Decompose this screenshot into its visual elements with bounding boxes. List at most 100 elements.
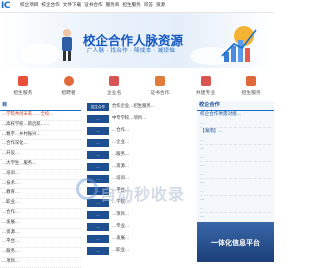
post-meta: … (200, 171, 204, 176)
list-item[interactable]: …教育… (0, 189, 81, 200)
feature-item[interactable]: 证书合作 (137, 70, 183, 100)
sidebar-post[interactable]: …… (200, 179, 271, 196)
promo-title: 一体化信息平台 (211, 239, 260, 247)
bag-icon (17, 76, 28, 86)
list-item[interactable]: …高校学校…新启航…… (0, 121, 81, 131)
category-tag: … (87, 151, 109, 159)
watermark-logo-icon (76, 178, 98, 200)
certificate-icon (154, 76, 165, 86)
post-meta: … (200, 154, 204, 159)
list-item-text: 中专学校…项目… (112, 116, 147, 121)
post-meta: … (200, 188, 204, 193)
list-item[interactable]: …合作… (0, 209, 81, 219)
list-item[interactable]: … …合作… (84, 125, 195, 137)
section-heading: 校企合作 (197, 101, 274, 111)
feature-label: 企业名 (106, 91, 122, 96)
list-item-text: …职业… (112, 248, 130, 253)
feature-item[interactable]: 企业名 (91, 70, 137, 100)
hero-banner[interactable]: 校企合作人脉资源 广人脉 · 找合作 · 降成本 · 减烦恼 (0, 13, 274, 68)
post-title: … (200, 180, 205, 185)
category-tag: … (87, 247, 109, 255)
list-item-text: …发展… (112, 236, 130, 241)
feature-icon-row: 招生服务 招聘者 企业名 证书合作 共建专业 招生服务 (0, 70, 274, 100)
list-item[interactable]: …发展… (0, 219, 81, 229)
sidebar-post[interactable]: …… (200, 162, 271, 179)
feature-label: 证书合作 (150, 91, 170, 96)
list-item-text: …资源… (112, 164, 130, 169)
section-heading: 目 (0, 101, 81, 111)
list-item[interactable]: …数字…乡村振兴… (0, 131, 81, 141)
category-tag: … (87, 115, 109, 123)
nav-item[interactable]: 校企合作 (41, 2, 59, 8)
top-nav: 校企项目 校企合作 文件下载 证书合作 服务商 招生服务 问答 资源 (20, 2, 165, 8)
banner-subtitle: 广人脉 · 找合作 · 降成本 · 减烦恼 (87, 48, 176, 54)
nav-item[interactable]: 招生服务 (122, 2, 140, 8)
nav-item[interactable]: 校企项目 (20, 2, 38, 8)
watermark-text: 自动秒收录 (100, 185, 186, 204)
nav-item[interactable]: 资源 (156, 2, 165, 8)
post-title: … (200, 214, 205, 219)
category-tag: 招生合作 (87, 103, 109, 111)
post-title: … (200, 163, 205, 168)
list-item[interactable]: …培训… (0, 170, 81, 180)
feature-item[interactable]: 招生服务 (228, 70, 274, 100)
feature-item[interactable]: 共建专业 (183, 70, 229, 100)
sidebar-post[interactable]: …… (200, 145, 271, 162)
post-title: 【湖南】… (200, 129, 223, 134)
feature-label: 招生服务 (241, 91, 261, 96)
list-item[interactable]: …大学生…服务… (0, 160, 81, 170)
nav-item[interactable]: 问答 (144, 2, 153, 8)
sidebar-post[interactable]: 【湖南】… … (200, 128, 271, 145)
post-meta: … (200, 205, 204, 210)
list-item[interactable]: …开设… (0, 150, 81, 160)
category-tag: … (87, 223, 109, 231)
post-meta: … (200, 120, 204, 125)
list-item[interactable]: …项目… (0, 258, 81, 268)
sidebar-post[interactable]: 校企合作供需对接…… (200, 111, 271, 128)
feature-item[interactable]: 招聘者 (46, 70, 92, 100)
post-title: … (200, 146, 205, 151)
nav-item[interactable]: 服务商 (106, 2, 120, 8)
left-news-list: 目 …学院共创未来……全校… …高校学校…新启航…… …数字…乡村振兴… …合作… (0, 101, 81, 268)
list-item-text: …专业… (112, 224, 130, 229)
list-item[interactable]: 招生合作 合作企业…招生服务… (84, 101, 195, 113)
list-item[interactable]: … …资源… (84, 161, 195, 173)
list-item[interactable]: …资源… (0, 229, 81, 239)
promo-banner[interactable]: 一体化信息平台 (197, 222, 274, 262)
list-item-text: …企业… (112, 140, 130, 145)
list-item[interactable]: … 中专学校…项目… (84, 113, 195, 125)
list-item[interactable]: … …服务… (84, 149, 195, 161)
list-item[interactable]: … …项目… (84, 209, 195, 221)
feature-label: 招生服务 (13, 91, 33, 96)
list-item[interactable]: …合作深化… (0, 140, 81, 151)
list-item[interactable]: … …发展… (84, 233, 195, 245)
watermark-subtext: … (127, 199, 132, 205)
list-item[interactable]: …服务… (0, 248, 81, 258)
list-item[interactable]: … …企业… (84, 137, 195, 149)
list-item-text: 合作企业…招生服务… (112, 104, 155, 109)
list-item-text: …项目… (112, 212, 130, 217)
list-item[interactable]: …学院共创未来……全校… (0, 111, 81, 121)
category-tag: … (87, 127, 109, 135)
category-tag: … (87, 211, 109, 219)
site-logo[interactable]: IC (1, 1, 10, 11)
nav-item[interactable]: 文件下载 (63, 2, 81, 8)
building-icon (109, 76, 120, 86)
list-item[interactable]: … …专业… (84, 221, 195, 233)
nav-item[interactable]: 证书合作 (84, 2, 102, 8)
post-meta: … (200, 137, 204, 142)
growth-chart-illustration-icon (221, 26, 257, 62)
category-tag: … (87, 139, 109, 147)
list-item-text: …合作… (112, 128, 130, 133)
sidebar-post[interactable]: …… (200, 196, 271, 213)
book-icon (200, 76, 211, 86)
feature-item[interactable]: 招生服务 (0, 70, 46, 100)
list-item[interactable]: …技术… (0, 180, 81, 190)
list-item[interactable]: …职业… (0, 199, 81, 209)
list-item[interactable]: …平台… (0, 238, 81, 249)
category-tag: … (87, 235, 109, 243)
person-illustration-icon (62, 29, 72, 61)
list-item[interactable]: … …职业… (84, 245, 195, 257)
feature-label: 共建专业 (195, 91, 216, 96)
list-item-text: …服务… (112, 152, 130, 157)
